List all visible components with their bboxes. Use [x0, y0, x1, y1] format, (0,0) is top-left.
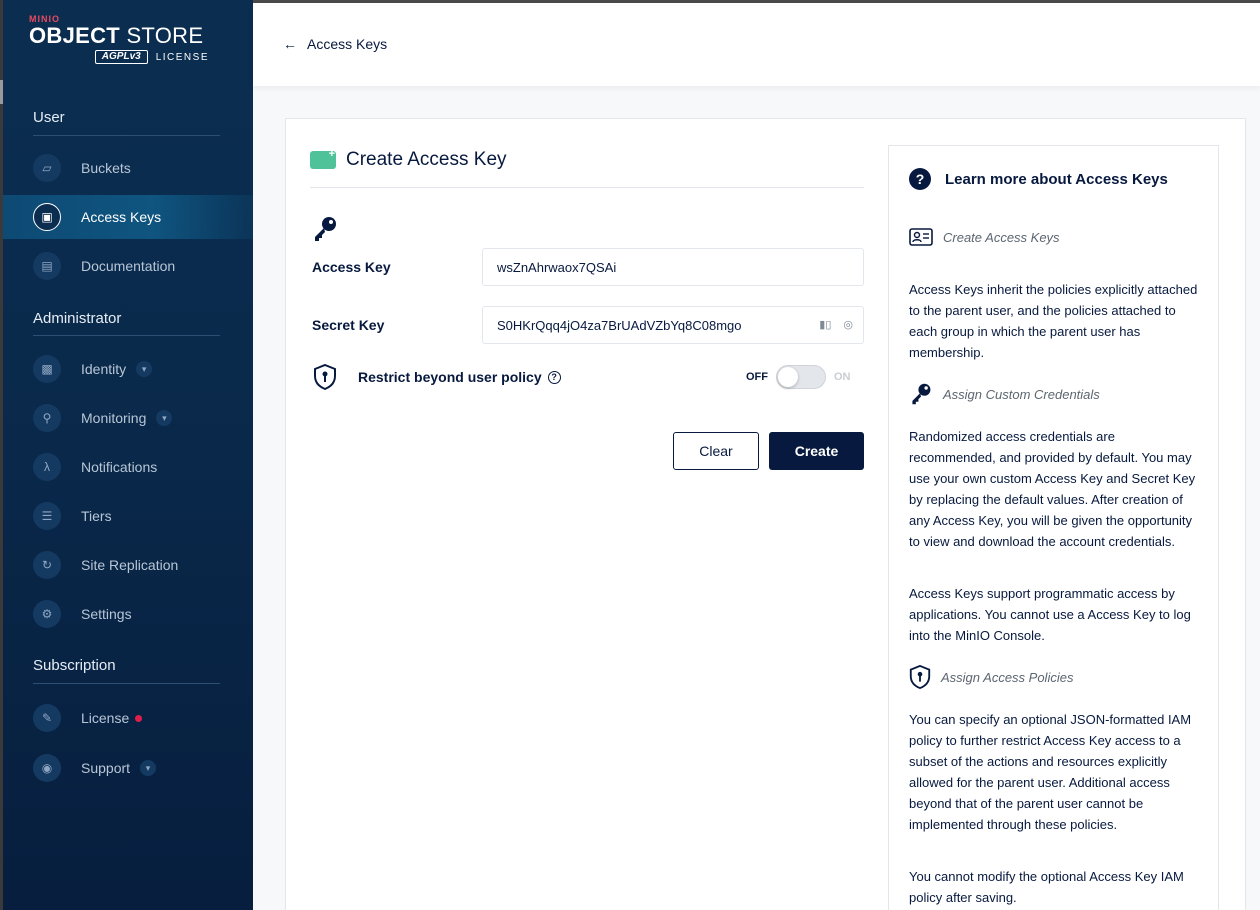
support-icon: ◉	[33, 754, 61, 782]
settings-icon: ⚙	[33, 600, 61, 628]
logo-license-row: AGPLv3 LICENSE	[29, 50, 219, 64]
help-paragraph: Access Keys support programmatic access …	[909, 586, 1191, 643]
sidebar-item-label: License	[81, 710, 130, 726]
shield-icon	[909, 665, 931, 689]
tiers-icon: ☰	[33, 502, 61, 530]
key-icon	[315, 217, 336, 241]
notification-dot	[135, 714, 143, 722]
page-title-text: Create Access Key	[346, 149, 507, 170]
access-key-value: wsZnAhrwaox7QSAi	[497, 259, 617, 275]
copy-icon[interactable]: ▮▯	[819, 318, 831, 331]
sidebar-item-label: Monitoring	[81, 410, 147, 426]
restrict-policy-toggle[interactable]: OFF ON	[746, 365, 851, 389]
key-icon	[912, 383, 931, 405]
sidebar-divider	[33, 335, 220, 336]
secret-key-value: S0HKrQqq4jO4za7BrUAdVZbYq8C08mgo	[497, 317, 742, 333]
restrict-policy-text: Restrict beyond user policy	[358, 369, 542, 385]
sidebar-item-label: Support	[81, 760, 131, 776]
question-circle-icon: ?	[909, 168, 931, 190]
bucket-icon: ▱	[33, 154, 61, 182]
restrict-policy-label: Restrict beyond user policy ?	[358, 369, 561, 385]
agpl-badge: AGPLv3	[94, 50, 148, 64]
sidebar-item-documentation[interactable]: ▤ Documentation	[3, 244, 253, 288]
help-title: ? Learn more about Access Keys	[909, 168, 1168, 190]
help-title-text: Learn more about Access Keys	[945, 170, 1168, 188]
sidebar-item-support[interactable]: ◉ Support ▾	[3, 746, 253, 790]
title-divider	[310, 187, 864, 188]
access-key-icon: ▣	[33, 203, 61, 231]
help-subheading: Assign Custom Credentials	[909, 382, 1100, 406]
document-icon: ▤	[33, 252, 61, 280]
secret-key-label: Secret Key	[312, 317, 385, 333]
help-box: ? Learn more about Access Keys Create Ac…	[888, 145, 1219, 910]
chevron-down-icon[interactable]: ▾	[140, 760, 157, 776]
sidebar-item-label: Tiers	[81, 508, 112, 524]
sidebar-item-label: Documentation	[81, 258, 176, 274]
clear-button[interactable]: Clear	[673, 432, 759, 470]
sidebar-divider	[33, 683, 220, 684]
section-title-administrator: Administrator	[33, 310, 122, 327]
replication-icon: ↻	[33, 551, 61, 579]
page-header: ← Access Keys	[253, 3, 1260, 86]
sidebar-item-label: Buckets	[81, 160, 131, 176]
sidebar-item-site-replication[interactable]: ↻ Site Replication	[3, 543, 253, 587]
help-paragraph: You cannot modify the optional Access Ke…	[909, 869, 1184, 905]
help-paragraph: Access Keys inherit the policies explici…	[909, 282, 1198, 360]
section-title-subscription: Subscription	[33, 657, 116, 674]
license-icon: ✎	[33, 704, 61, 732]
back-link-label: Access Keys	[307, 36, 388, 52]
sidebar-item-identity[interactable]: ▩ Identity ▾	[3, 347, 253, 391]
sidebar-item-monitoring[interactable]: ⚲ Monitoring ▾	[3, 396, 253, 440]
sidebar-item-tiers[interactable]: ☰ Tiers	[3, 494, 253, 538]
add-id-card-icon	[310, 148, 336, 169]
help-paragraph: You can specify an optional JSON-formatt…	[909, 712, 1192, 832]
sidebar-item-label: Notifications	[81, 459, 158, 475]
sidebar-item-license[interactable]: ✎ License	[3, 696, 253, 740]
sidebar-item-label: Settings	[81, 606, 132, 622]
arrow-left-icon: ←	[283, 36, 297, 52]
sidebar-item-label: Identity	[81, 361, 127, 377]
minio-logo[interactable]: MINIO OBJECT STORE AGPLv3 LICENSE	[29, 14, 219, 74]
access-key-label: Access Key	[312, 259, 391, 275]
id-card-icon	[909, 228, 933, 246]
sidebar-item-settings[interactable]: ⚙ Settings	[3, 592, 253, 636]
sidebar-item-access-keys[interactable]: ▣ Access Keys	[3, 195, 253, 239]
access-key-input[interactable]: wsZnAhrwaox7QSAi	[482, 248, 864, 286]
help-subheading-text: Create Access Keys	[943, 229, 1060, 245]
back-link[interactable]: ← Access Keys	[283, 36, 387, 52]
sidebar: MINIO OBJECT STORE AGPLv3 LICENSE User ▱…	[3, 0, 253, 910]
help-subheading-text: Assign Access Policies	[941, 669, 1074, 685]
chevron-down-icon[interactable]: ▾	[136, 361, 153, 377]
sidebar-item-notifications[interactable]: λ Notifications	[3, 445, 253, 489]
lambda-icon: λ	[33, 453, 61, 481]
help-circle-icon[interactable]: ?	[547, 370, 561, 384]
sidebar-divider	[33, 135, 220, 136]
chevron-down-icon[interactable]: ▾	[156, 410, 173, 426]
sidebar-item-label: Site Replication	[81, 557, 179, 573]
help-subheading: Create Access Keys	[909, 228, 1060, 246]
help-paragraph: Randomized access credentials are recomm…	[909, 429, 1196, 549]
logo-product-name: OBJECT STORE	[29, 23, 204, 48]
secret-key-input[interactable]: S0HKrQqq4jO4za7BrUAdVZbYq8C08mgo ▮▯ ◎	[482, 306, 864, 344]
sidebar-item-label: Access Keys	[81, 209, 162, 225]
toggle-off-label: OFF	[746, 371, 768, 383]
sidebar-item-buckets[interactable]: ▱ Buckets	[3, 146, 253, 190]
eye-off-icon[interactable]: ◎	[843, 318, 853, 331]
toggle-switch[interactable]	[776, 365, 826, 389]
monitoring-icon: ⚲	[33, 404, 61, 432]
create-button[interactable]: Create	[769, 432, 864, 470]
identity-icon: ▩	[33, 355, 61, 383]
page-title: Create Access Key	[310, 148, 507, 171]
toggle-on-label: ON	[834, 371, 851, 383]
toggle-knob	[778, 367, 798, 387]
help-subheading-text: Assign Custom Credentials	[943, 386, 1100, 402]
help-subheading: Assign Access Policies	[909, 665, 1073, 689]
license-word: LICENSE	[155, 51, 209, 63]
create-access-key-panel: Create Access Key Access Key wsZnAhrwaox…	[285, 118, 1246, 910]
shield-icon	[314, 364, 336, 390]
section-title-user: User	[33, 109, 65, 126]
